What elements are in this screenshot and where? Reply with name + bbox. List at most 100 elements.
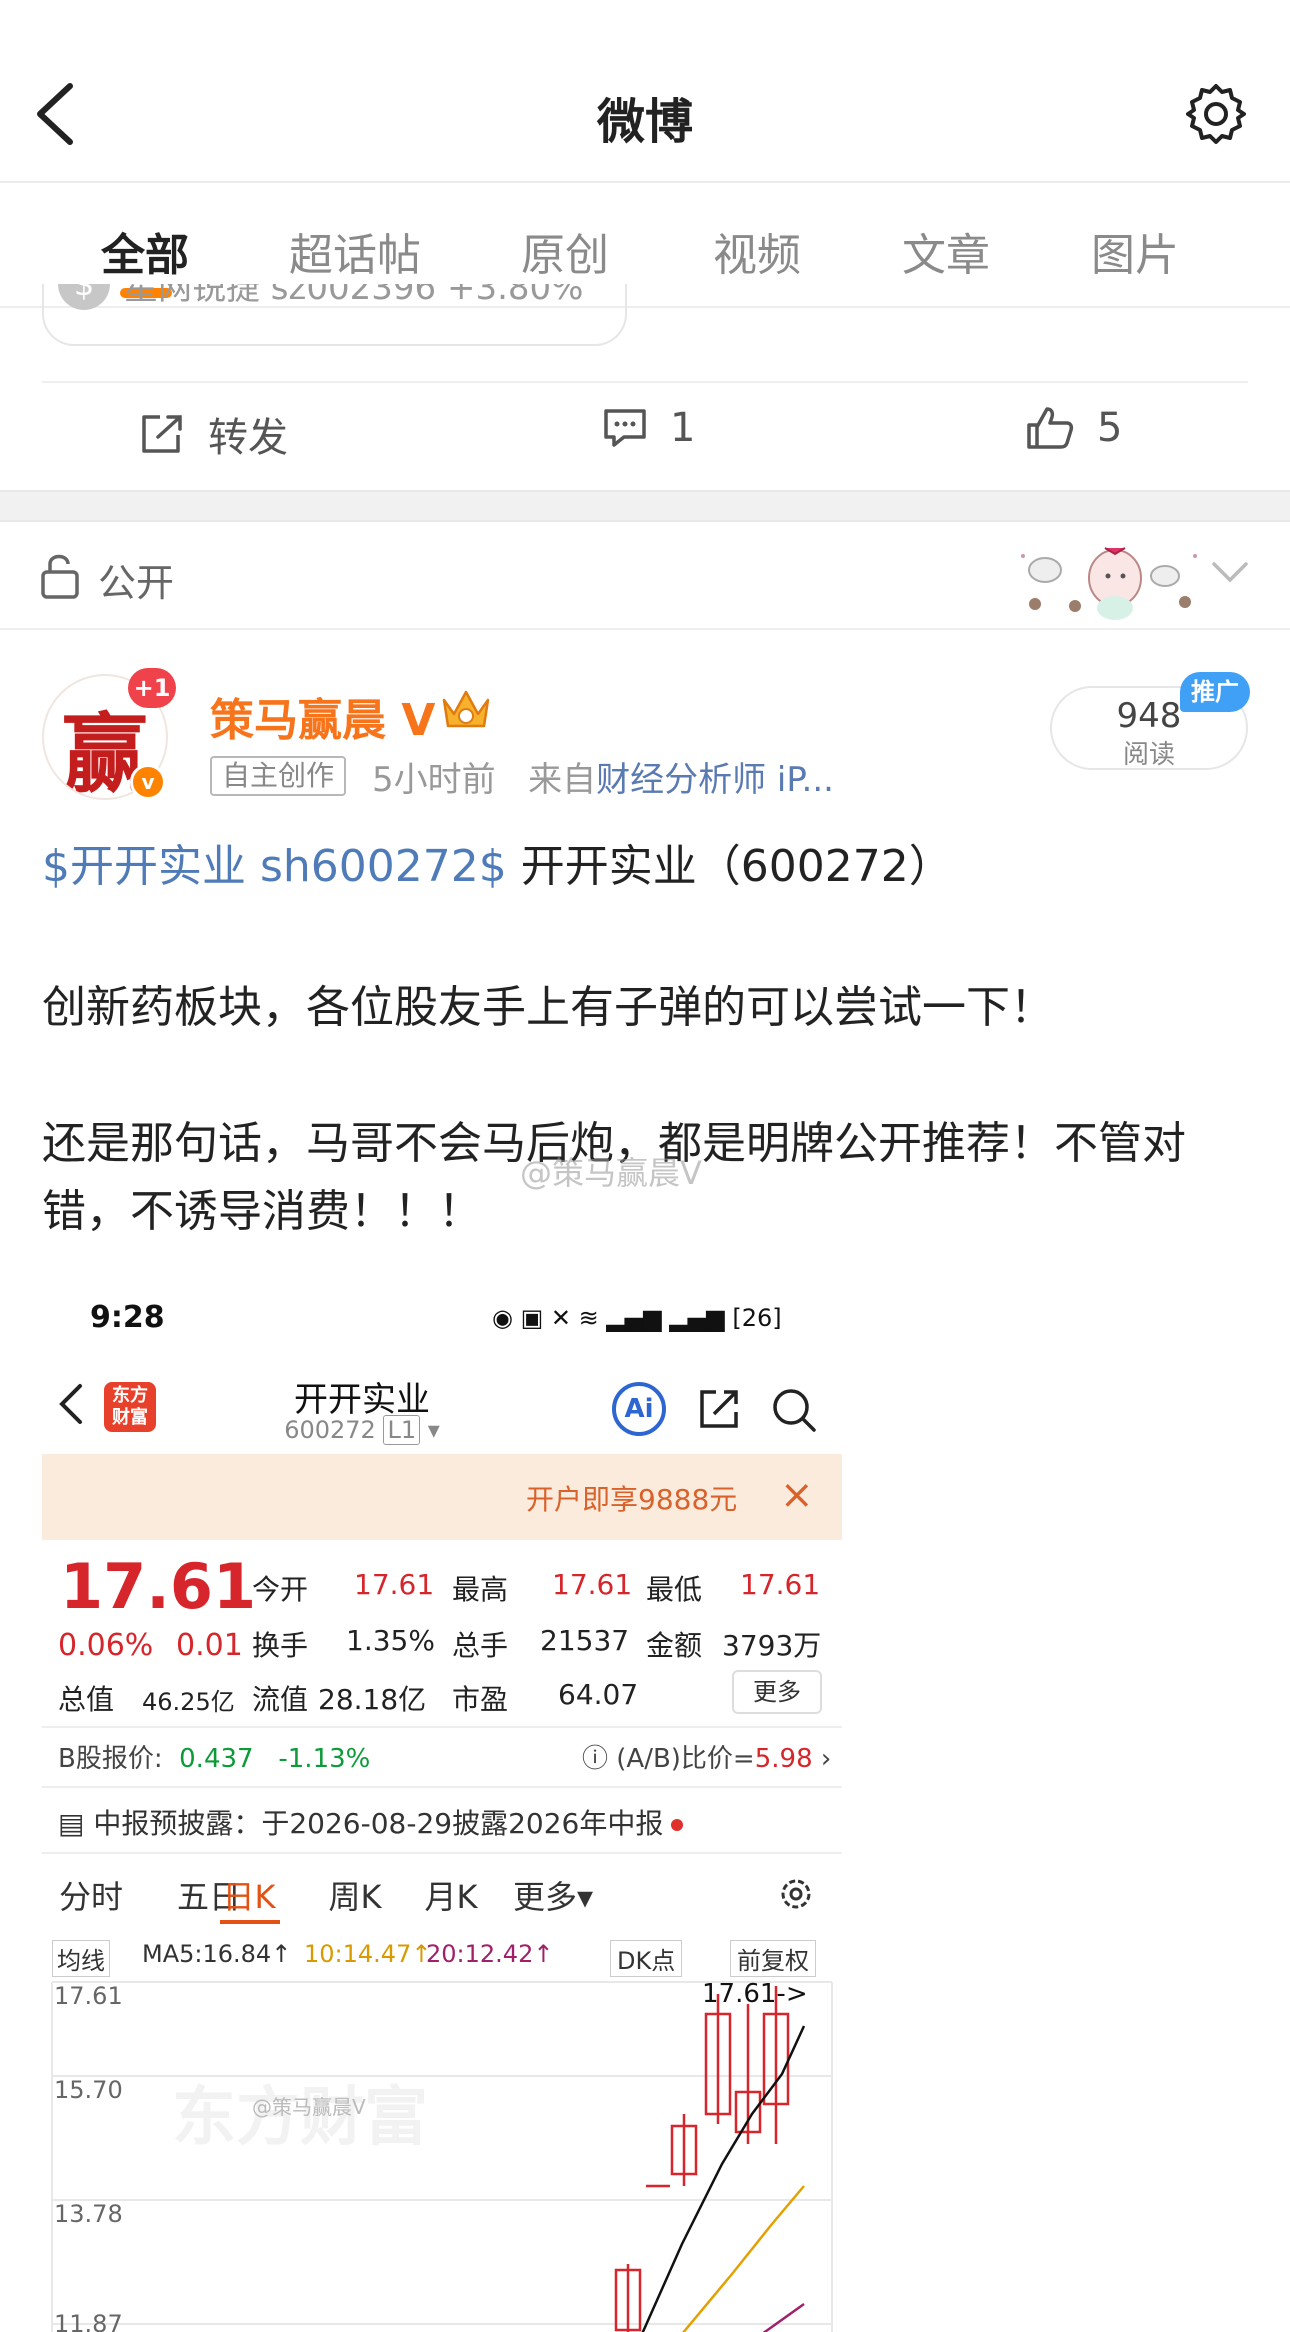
image-back-icon	[59, 1384, 82, 1424]
image-ma-row: 均线 MA5:16.84↑ 10:14.47↑ 20:12.42↑ DK点 前复…	[42, 1932, 842, 1977]
image-tab-weekly-k: 周K	[328, 1878, 382, 1916]
image-stock-name: 开开实业	[294, 1380, 430, 1420]
bunny-sticker-icon	[1021, 547, 1197, 620]
tab-article[interactable]: 文章	[846, 219, 1046, 283]
image-ab-ratio: ⓘ (A/B)比价=5.98 ›	[582, 1744, 832, 1774]
image-status-bar: 9:28 ◉ ▣ ✕ ≋ ▂▄▆ ▂▄▆ [26]	[42, 1282, 842, 1352]
image-notice: ▤ 中报预披露：于2026-08-29披露2026年中报	[58, 1802, 684, 1842]
original-content-tag: 自主创作	[210, 756, 347, 796]
image-y-tick: 17.61	[54, 1982, 123, 2010]
stock-coin-icon: $	[58, 284, 110, 310]
stock-topic-link[interactable]: $开开实业 sh600272$	[42, 841, 507, 892]
post-source[interactable]: 财经分析师 iP...	[596, 760, 834, 800]
image-y-tick: 15.70	[54, 2076, 123, 2104]
image-clock: 9:28	[90, 1300, 165, 1335]
tab-super-topic[interactable]: 超话帖	[255, 219, 455, 283]
tab-original[interactable]: 原创	[465, 219, 665, 283]
image-tab-monthly-k: 月K	[424, 1878, 478, 1916]
image-stock-code: 600272 L1 ▾	[284, 1415, 440, 1445]
image-tab-daily-k: 日K	[222, 1878, 276, 1916]
page-title: 微博	[596, 94, 693, 150]
comment-count: 1	[670, 405, 696, 451]
image-ai-icon: Ai	[612, 1382, 666, 1436]
image-high: 17.61	[552, 1568, 633, 1601]
chevron-down-icon[interactable]	[1210, 558, 1250, 588]
gear-icon[interactable]	[1184, 82, 1248, 146]
image-low: 17.61	[740, 1568, 821, 1601]
image-y-tick: 13.78	[54, 2200, 123, 2228]
stock-chip[interactable]: $ 星网锐捷 sz002396 +3.80%	[42, 284, 627, 346]
unlock-icon	[41, 554, 79, 599]
image-amount-label: 金额	[646, 1629, 703, 1662]
image-mktcap: 46.25亿	[142, 1688, 235, 1716]
comment-button[interactable]: 1	[602, 405, 695, 451]
image-float: 28.18亿	[318, 1683, 427, 1716]
tab-video[interactable]: 视频	[657, 219, 857, 283]
image-high-label: 最高	[452, 1573, 509, 1606]
stock-chip-text: 星网锐捷 sz002396 +3.80%	[124, 284, 584, 308]
username[interactable]: 策马赢晨 V	[210, 684, 435, 748]
image-status-icons: ◉ ▣ ✕ ≋ ▂▄▆ ▂▄▆ [26]	[492, 1304, 782, 1332]
image-turnover: 1.35%	[346, 1624, 435, 1657]
image-low-label: 最低	[646, 1573, 703, 1606]
image-tab-intraday: 分时	[58, 1878, 123, 1916]
post-first-line: $开开实业 sh600272$ 开开实业（600272）	[42, 832, 1252, 902]
share-icon	[142, 415, 182, 453]
repost-label: 转发	[208, 415, 288, 461]
stock-title: 开开实业（600272）	[506, 841, 953, 892]
image-promo-banner: 开户即享9888元 ×	[42, 1454, 842, 1540]
post-paragraph-1: 创新药板块，各位股友手上有子弹的可以尝试一下！	[42, 982, 1054, 1033]
image-turnover-label: 换手	[252, 1629, 309, 1662]
post-meta: 5小时前 来自财经分析师 iP...	[372, 752, 834, 801]
image-mktcap-label: 总值	[58, 1683, 115, 1716]
avatar-plus-badge: +1	[128, 668, 176, 708]
image-active-tab-indicator	[220, 1920, 280, 1924]
from-prefix: 来自	[528, 760, 597, 800]
image-divider	[42, 1786, 842, 1788]
tab-all[interactable]: 全部	[45, 219, 245, 283]
image-close-icon: ×	[780, 1472, 814, 1518]
divider	[42, 381, 1248, 383]
post-image[interactable]: 9:28 ◉ ▣ ✕ ≋ ▂▄▆ ▂▄▆ [26] 东方财富 开开实业 6002…	[42, 1282, 842, 2332]
image-price: 17.61	[60, 1550, 257, 1623]
image-kline-chart: 17.61 15.70 13.78 11.87 东方财富 @策马赢晨V 17.6…	[51, 1979, 833, 2332]
image-volume: 21537	[540, 1624, 630, 1657]
image-pe: 64.07	[558, 1678, 639, 1711]
thumbs-up-icon	[1027, 407, 1074, 449]
image-app-logo: 东方财富	[104, 1382, 156, 1432]
promote-badge[interactable]: 推广	[1180, 672, 1250, 712]
image-nav-bar: 东方财富 开开实业 600272 L1 ▾ Ai	[42, 1352, 842, 1452]
image-gear-icon	[781, 1879, 811, 1909]
image-pe-label: 市盈	[452, 1683, 509, 1716]
visibility-label: 公开	[98, 561, 175, 605]
crown-icon	[442, 690, 490, 728]
like-button[interactable]: 5	[1025, 405, 1122, 451]
repost-button[interactable]: 转发	[140, 405, 288, 463]
image-change-pct: 0.06%	[58, 1628, 154, 1663]
verified-icon: v	[130, 764, 166, 800]
image-float-label: 流值	[252, 1683, 309, 1716]
image-volume-label: 总手	[452, 1629, 509, 1662]
image-chart-watermark: @策马赢晨V	[252, 2095, 366, 2119]
image-open: 17.61	[354, 1568, 435, 1601]
text-watermark: @策马赢晨V	[520, 1154, 702, 1192]
image-search-icon	[773, 1389, 816, 1432]
image-change-abs: 0.01	[176, 1628, 243, 1663]
image-b-share: B股报价: 0.437 -1.13%	[58, 1744, 371, 1774]
image-share-icon	[700, 1390, 738, 1428]
post-time: 5小时前	[372, 760, 496, 800]
image-divider	[42, 1852, 842, 1854]
image-tab-more: 更多▾	[512, 1878, 594, 1916]
visibility-row[interactable]: 公开	[0, 522, 1290, 630]
image-divider	[42, 1726, 842, 1728]
username-suffix: V	[401, 695, 436, 746]
read-label: 阅读	[1122, 740, 1175, 770]
image-open-label: 今开	[252, 1573, 309, 1606]
tab-image[interactable]: 图片	[1035, 219, 1235, 283]
post-separator	[0, 490, 1290, 522]
image-y-tick: 11.87	[54, 2310, 123, 2332]
image-amount: 3793万	[722, 1629, 822, 1662]
image-more-button: 更多	[732, 1670, 822, 1714]
top-bar: 微博	[0, 0, 1290, 183]
like-count: 5	[1097, 405, 1123, 451]
